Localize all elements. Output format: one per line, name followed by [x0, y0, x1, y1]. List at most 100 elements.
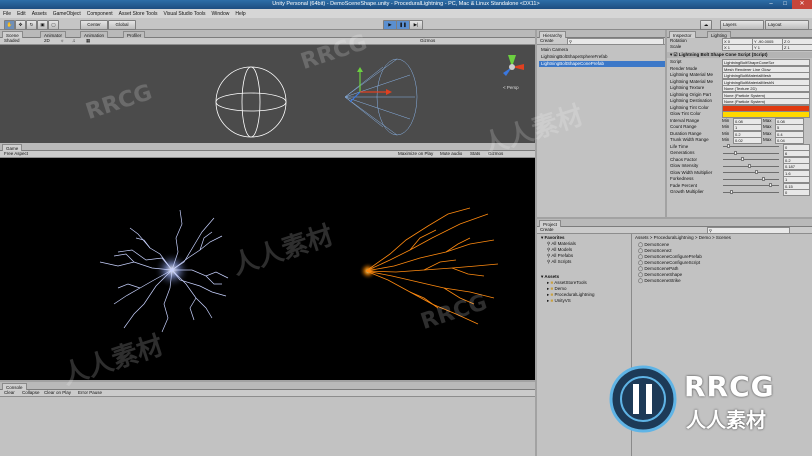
step-button[interactable]: ▶| [409, 20, 423, 30]
slider-label: Forkedness [670, 176, 694, 181]
slider-label: Glow Width Multiplier [670, 169, 713, 175]
slider-handle[interactable] [755, 170, 758, 174]
fav-label: All Prefabs [551, 253, 574, 258]
scene-viewport[interactable]: < Persp [0, 45, 535, 143]
scale-x-field[interactable]: X 1 [722, 44, 753, 51]
layers-dropdown[interactable]: Layers [720, 20, 764, 30]
scale-tool-button[interactable]: ▣ [37, 20, 48, 30]
unity-scene-icon: ◯ [638, 248, 644, 253]
menu-file[interactable]: File [3, 11, 11, 17]
property-label: Lightning Material Me [670, 78, 714, 84]
pause-button[interactable]: ❚❚ [396, 20, 410, 30]
game-viewport[interactable] [0, 158, 535, 380]
scene-file-label: DemoScene [644, 242, 670, 247]
scene-file-label: DemoSceneConfigurePrefab [644, 254, 702, 259]
console-log-area[interactable] [0, 397, 535, 456]
menu-help[interactable]: Help [235, 11, 245, 17]
slider-track[interactable] [723, 159, 779, 160]
range-label: Interval Range [670, 117, 700, 123]
audio-icon[interactable]: ♫ [72, 38, 75, 44]
favorites-item[interactable]: ⚲ All Scripts [547, 259, 571, 265]
gizmos-dropdown[interactable]: Gizmos [420, 38, 435, 44]
effects-icon[interactable]: ▦ [86, 38, 90, 44]
project-search-input[interactable]: ⚲ [707, 227, 790, 234]
menu-edit[interactable]: Edit [17, 11, 26, 17]
menu-asset-store-tools[interactable]: Asset Store Tools [119, 11, 158, 17]
menu-visual-studio-tools[interactable]: Visual Studio Tools [163, 11, 205, 17]
menu-bar: File Edit Assets GameObject Component As… [0, 9, 812, 18]
slider-handle[interactable] [727, 144, 730, 148]
shading-mode-dropdown[interactable]: Shaded [4, 38, 20, 44]
cloud-icon[interactable]: ☁ [700, 20, 712, 30]
slider-value-field[interactable]: 0 [783, 189, 810, 196]
orientation-gizmo-icon [503, 55, 524, 76]
scale-y-field[interactable]: Y 1 [752, 44, 783, 51]
rect-tool-button[interactable]: ▢ [48, 20, 59, 30]
close-button[interactable]: ✕ [792, 0, 812, 9]
slider-track[interactable] [723, 172, 779, 173]
slider-handle[interactable] [769, 183, 772, 187]
slider-handle[interactable] [741, 157, 744, 161]
inspector-body: Rotation X 0 Y -90.0005 Z 0 Scale X 1 Y … [667, 38, 812, 217]
asset-folder-label: ProceduralLightning [554, 292, 595, 297]
layout-dropdown[interactable]: Layout [765, 20, 809, 30]
scene-file[interactable]: ◯ DemoSceneStrike [638, 278, 681, 284]
slider-handle[interactable] [762, 176, 765, 181]
hierarchy-item-sphere[interactable]: LightningBoltShapeSphereFrefab [541, 54, 608, 60]
console-clear-button[interactable]: Clear [4, 390, 15, 396]
hierarchy-item-main-camera[interactable]: Main Camera [541, 47, 568, 53]
pivot-center-button[interactable]: Center [80, 20, 108, 30]
slider-handle[interactable] [734, 150, 737, 155]
slider-track[interactable] [723, 165, 779, 167]
rotate-tool-button[interactable]: ↻ [26, 20, 37, 30]
range-min-field[interactable]: 0.02 [733, 137, 762, 144]
console-collapse-button[interactable]: Collapse [22, 390, 40, 396]
hierarchy-create-dropdown[interactable]: Create [540, 38, 554, 44]
asset-folder[interactable]: ▸ ■ UnityVS [547, 298, 571, 304]
scene-tab-bar: Scene Animator Animation Profiler [0, 30, 535, 39]
slider-handle[interactable] [748, 163, 751, 168]
menu-window[interactable]: Window [212, 11, 230, 17]
minimize-button[interactable]: – [764, 0, 778, 9]
hierarchy-control-bar: Create ⚲ [537, 38, 665, 45]
project-create-dropdown[interactable]: Create [540, 227, 554, 233]
slider-handle[interactable] [730, 189, 733, 194]
slider-track[interactable] [723, 178, 779, 180]
property-label: Lightning Destination [670, 98, 713, 103]
move-tool-button[interactable]: ✥ [15, 20, 26, 30]
stats-toggle[interactable]: Stats [470, 151, 480, 157]
slider-track[interactable] [723, 152, 779, 154]
aspect-dropdown[interactable]: Free Aspect [4, 151, 28, 157]
center-label: Center [87, 22, 101, 27]
component-header[interactable]: ▾ ☑ Lightning Bolt Shape Cone Script (Sc… [667, 52, 812, 58]
console-error-pause-button[interactable]: Error Pause [78, 390, 102, 396]
slider-track[interactable] [723, 146, 779, 147]
hierarchy-item-cone[interactable]: LightningBoltShapeConePrefab [539, 61, 665, 67]
maximize-on-play-toggle[interactable]: Maximize on Play [398, 151, 433, 157]
property-label: Lightning Texture [670, 85, 705, 90]
folder-icon: ■ [550, 298, 554, 303]
global-local-button[interactable]: Global [108, 20, 136, 30]
folder-icon: ■ [550, 292, 554, 297]
min-label: Min [722, 124, 730, 129]
console-clear-on-play-button[interactable]: Clear on Play [44, 390, 71, 396]
maximize-button[interactable]: □ [778, 0, 792, 9]
scene-file-label: DemoSceneStrike [644, 278, 681, 283]
sun-icon[interactable]: ☼ [60, 38, 64, 44]
2d-toggle[interactable]: 2D [44, 38, 50, 44]
play-button[interactable]: ▶ [383, 20, 397, 30]
scale-z-field[interactable]: Z 1 [782, 44, 812, 51]
hand-tool-button[interactable]: ✋ [4, 20, 15, 30]
scene-graphics: < Persp [215, 55, 524, 138]
menu-gameobject[interactable]: GameObject [53, 11, 81, 17]
game-gizmos-dropdown[interactable]: Gizmos [488, 151, 503, 157]
mute-audio-toggle[interactable]: Mute audio [440, 151, 462, 157]
project-breadcrumb[interactable]: Assets > ProceduralLightning > Demo > Sc… [635, 235, 731, 241]
hierarchy-search-input[interactable]: ⚲ [567, 38, 664, 45]
console-control-bar: Clear Collapse Clear on Play Error Pause [0, 390, 535, 397]
max-label: Max [763, 124, 772, 129]
menu-component[interactable]: Component [87, 11, 113, 17]
scene-file-label: DemoSceneShape [644, 272, 683, 277]
menu-assets[interactable]: Assets [32, 11, 47, 17]
asset-folder-label: UnityVS [554, 298, 571, 303]
